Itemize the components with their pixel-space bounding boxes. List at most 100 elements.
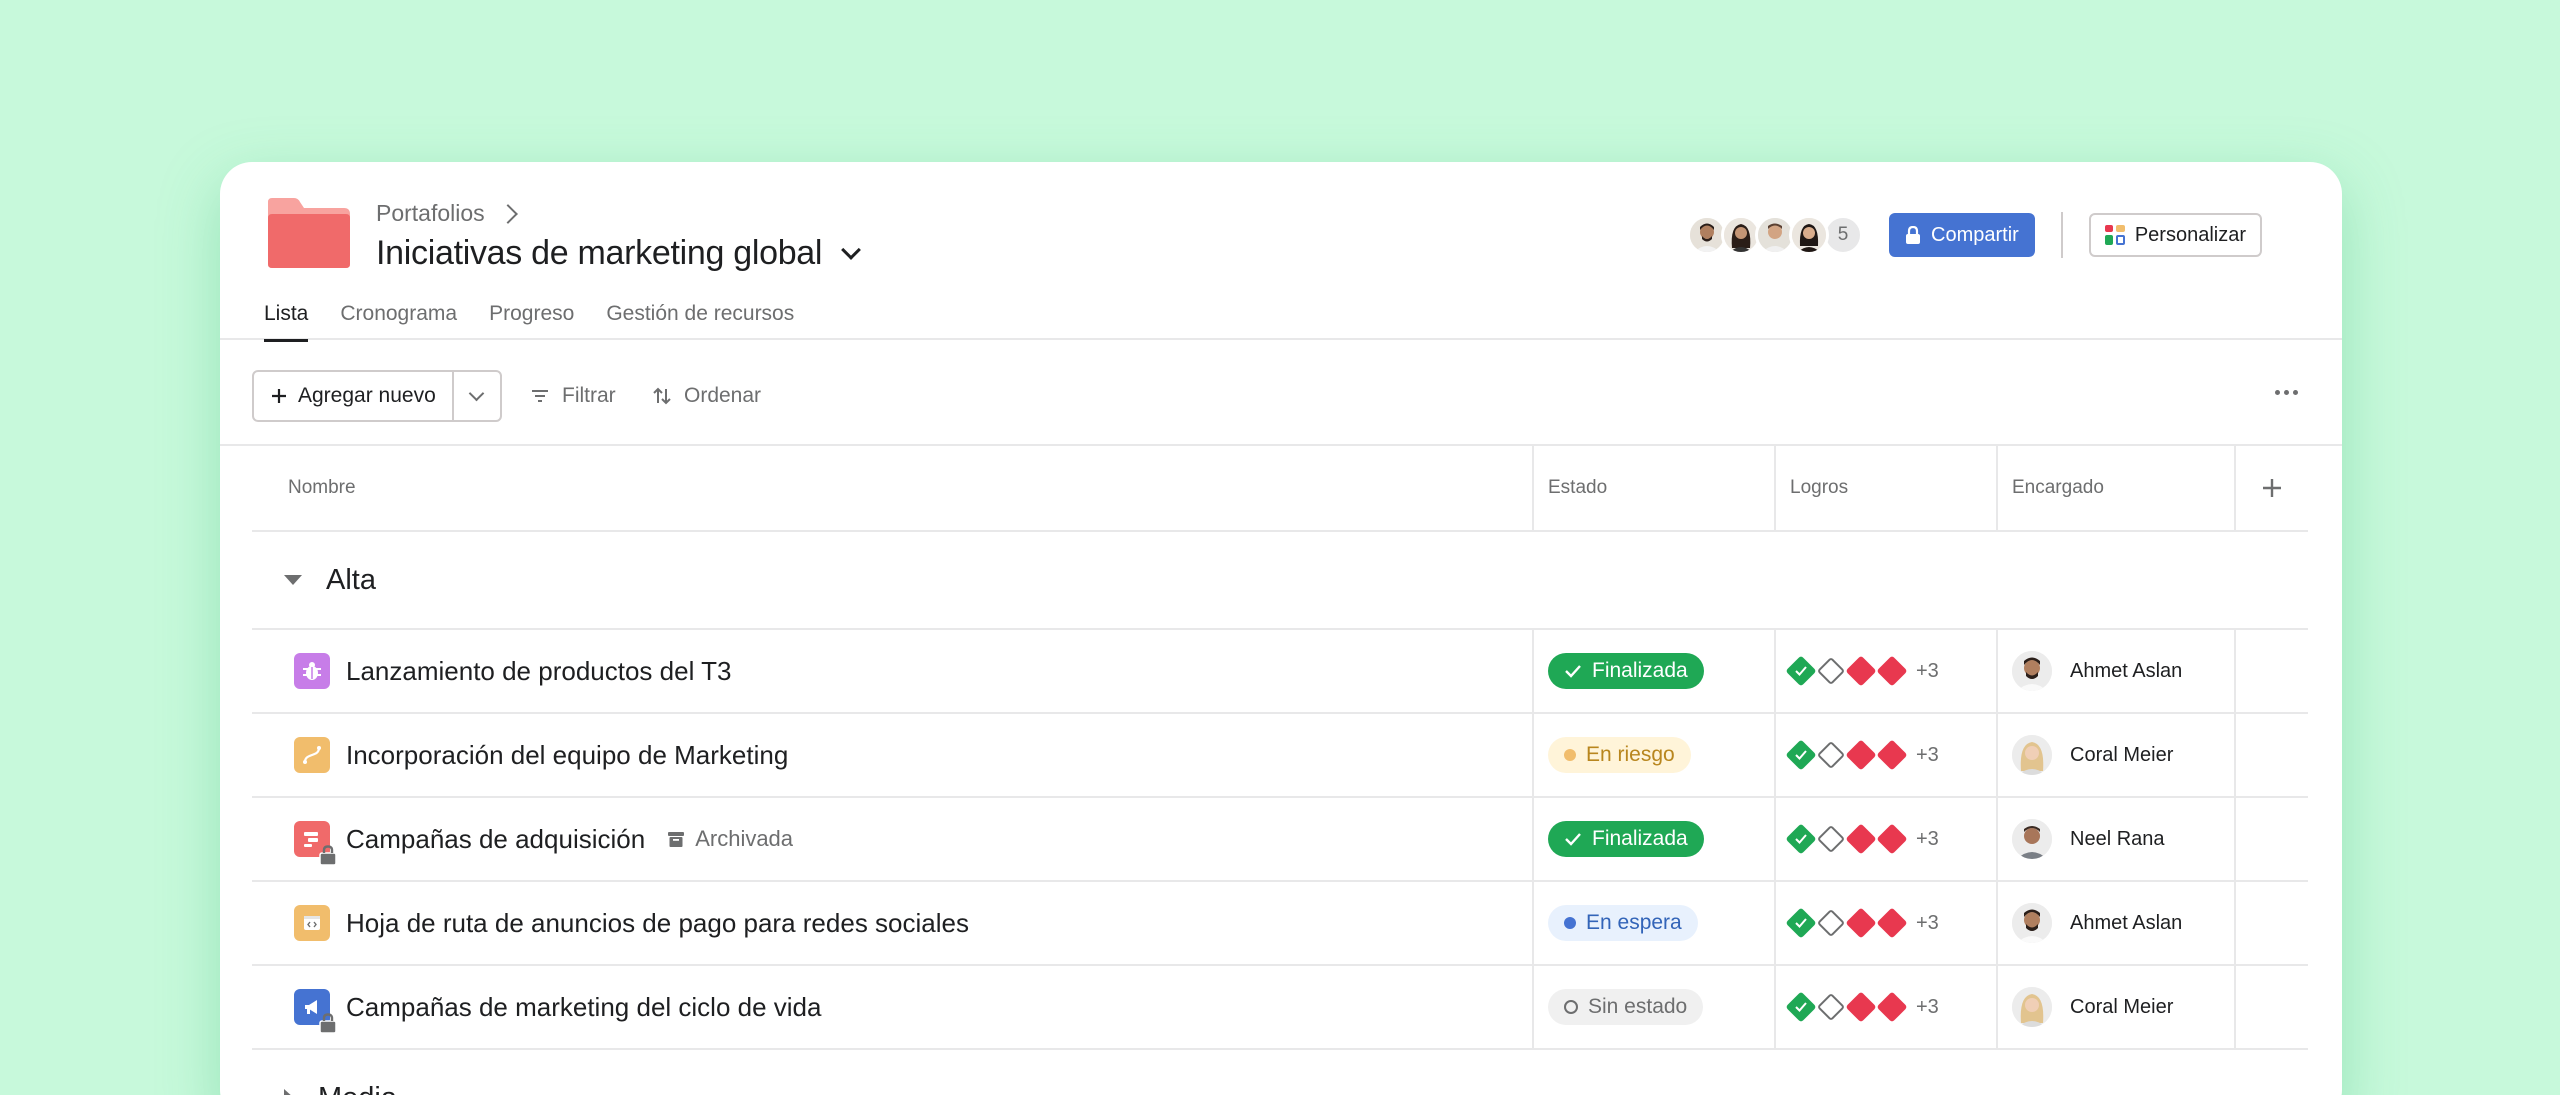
goals-list[interactable]: +3 — [1785, 907, 1939, 939]
owner[interactable]: Coral Meier — [2012, 987, 2173, 1027]
expand-triangle-icon[interactable] — [284, 1089, 294, 1095]
avatar[interactable] — [1789, 215, 1830, 255]
tab-timeline[interactable]: Cronograma — [340, 302, 457, 340]
owner[interactable]: Neel Rana — [2012, 819, 2165, 859]
column-header-owner[interactable]: Encargado — [1998, 446, 2236, 530]
portfolio-table: Nombre Estado Logros Encargado Alta Lanz… — [252, 446, 2308, 1095]
project-name[interactable]: Incorporación del equipo de Marketing — [346, 740, 788, 771]
customize-button[interactable]: Personalizar — [2088, 213, 2262, 257]
archived-badge: Archivada — [667, 826, 793, 852]
row-goals-cell[interactable]: +3 — [1776, 966, 1998, 1048]
status-label: En riesgo — [1586, 743, 1675, 766]
row-owner-cell[interactable]: Coral Meier — [1998, 966, 2236, 1048]
share-button[interactable]: Compartir — [1889, 213, 2035, 257]
row-goals-cell[interactable]: +3 — [1776, 798, 1998, 880]
add-column-button[interactable] — [2236, 446, 2308, 530]
table-row[interactable]: Campañas de marketing del ciclo de vida … — [252, 966, 2308, 1050]
row-name-cell[interactable]: Campañas de marketing del ciclo de vida — [252, 966, 1534, 1048]
status-badge[interactable]: En espera — [1548, 905, 1698, 941]
collapse-triangle-icon[interactable] — [284, 575, 302, 585]
more-icon[interactable] — [2275, 390, 2298, 395]
row-empty-cell — [2236, 882, 2308, 964]
project-name[interactable]: Lanzamiento de productos del T3 — [346, 656, 731, 687]
section-high[interactable]: Alta — [252, 532, 2308, 630]
goal-complete-icon — [1785, 739, 1817, 771]
member-count[interactable]: 5 — [1823, 215, 1864, 255]
row-owner-cell[interactable]: Ahmet Aslan — [1998, 630, 2236, 712]
project-bug-icon — [294, 653, 330, 689]
chevron-down-icon — [468, 385, 485, 401]
status-label: En espera — [1586, 911, 1682, 934]
section-medium[interactable]: Media — [252, 1050, 2308, 1095]
status-badge[interactable]: Sin estado — [1548, 989, 1704, 1025]
goal-empty-icon — [1816, 824, 1846, 854]
row-owner-cell[interactable]: Ahmet Aslan — [1998, 882, 2236, 964]
table-row[interactable]: Incorporación del equipo de Marketing En… — [252, 714, 2308, 798]
tab-resource-management[interactable]: Gestión de recursos — [606, 302, 794, 340]
goal-at-risk-icon — [1845, 991, 1877, 1023]
row-state-cell[interactable]: Sin estado — [1534, 966, 1776, 1048]
column-header-state[interactable]: Estado — [1534, 446, 1776, 530]
project-name[interactable]: Campañas de adquisición — [346, 824, 645, 855]
owner[interactable]: Coral Meier — [2012, 735, 2173, 775]
title-row[interactable]: Iniciativas de marketing global — [376, 234, 862, 273]
row-name-cell[interactable]: Lanzamiento de productos del T3 — [252, 630, 1534, 712]
lock-icon — [1906, 226, 1921, 244]
chevron-right-icon — [497, 203, 518, 224]
status-badge[interactable]: En riesgo — [1548, 737, 1691, 773]
row-goals-cell[interactable]: +3 — [1776, 882, 1998, 964]
row-state-cell[interactable]: En espera — [1534, 882, 1776, 964]
row-state-cell[interactable]: En riesgo — [1534, 714, 1776, 796]
goal-at-risk-icon — [1876, 655, 1908, 687]
header-divider — [2060, 212, 2063, 258]
owner[interactable]: Ahmet Aslan — [2012, 651, 2182, 691]
row-goals-cell[interactable]: +3 — [1776, 630, 1998, 712]
customize-icon — [2104, 225, 2125, 245]
status-badge[interactable]: Finalizada — [1548, 653, 1704, 689]
goals-list[interactable]: +3 — [1785, 655, 1939, 687]
row-goals-cell[interactable]: +3 — [1776, 714, 1998, 796]
add-new-label: Agregar nuevo — [298, 384, 436, 407]
goal-empty-icon — [1816, 908, 1846, 938]
tab-progress[interactable]: Progreso — [489, 302, 574, 340]
owner-name: Ahmet Aslan — [2070, 659, 2183, 682]
breadcrumb-portfolios[interactable]: Portafolios — [376, 200, 485, 227]
row-owner-cell[interactable]: Neel Rana — [1998, 798, 2236, 880]
row-name-cell[interactable]: Incorporación del equipo de Marketing — [252, 714, 1534, 796]
tab-bar: Lista Cronograma Progreso Gestión de rec… — [264, 302, 794, 342]
owner[interactable]: Ahmet Aslan — [2012, 903, 2182, 943]
status-empty-icon — [1564, 1000, 1578, 1014]
add-new-button[interactable]: Agregar nuevo — [254, 372, 454, 420]
row-name-cell[interactable]: Hoja de ruta de anuncios de pago para re… — [252, 882, 1534, 964]
member-avatars[interactable]: 5 — [1687, 215, 1864, 255]
project-name[interactable]: Hoja de ruta de anuncios de pago para re… — [346, 908, 969, 939]
row-state-cell[interactable]: Finalizada — [1534, 798, 1776, 880]
tab-list[interactable]: Lista — [264, 302, 309, 342]
owner-name: Ahmet Aslan — [2070, 911, 2183, 934]
breadcrumb[interactable]: Portafolios — [376, 200, 518, 227]
table-row[interactable]: Hoja de ruta de anuncios de pago para re… — [252, 882, 2308, 966]
row-name-cell[interactable]: Campañas de adquisición Archivada — [252, 798, 1534, 880]
row-state-cell[interactable]: Finalizada — [1534, 630, 1776, 712]
table-row[interactable]: Campañas de adquisición Archivada Finali… — [252, 798, 2308, 882]
goals-more-count: +3 — [1916, 659, 1939, 682]
column-header-name[interactable]: Nombre — [252, 446, 1534, 530]
goal-empty-icon — [1816, 740, 1846, 770]
goals-list[interactable]: +3 — [1785, 991, 1939, 1023]
page-title: Iniciativas de marketing global — [376, 234, 823, 272]
goals-list[interactable]: +3 — [1785, 739, 1939, 771]
project-name[interactable]: Campañas de marketing del ciclo de vida — [346, 992, 821, 1023]
table-row[interactable]: Lanzamiento de productos del T3 Finaliza… — [252, 630, 2308, 714]
archive-icon — [668, 832, 685, 847]
chevron-down-icon[interactable] — [841, 239, 862, 260]
column-header-goals[interactable]: Logros — [1776, 446, 1998, 530]
goals-list[interactable]: +3 — [1785, 823, 1939, 855]
add-new-dropdown[interactable] — [454, 372, 500, 420]
goal-at-risk-icon — [1876, 991, 1908, 1023]
filter-button[interactable]: Filtrar — [530, 370, 616, 422]
row-owner-cell[interactable]: Coral Meier — [1998, 714, 2236, 796]
folder-icon — [268, 198, 350, 268]
lock-icon — [319, 845, 337, 865]
sort-button[interactable]: Ordenar — [652, 370, 761, 422]
status-badge[interactable]: Finalizada — [1548, 821, 1704, 857]
